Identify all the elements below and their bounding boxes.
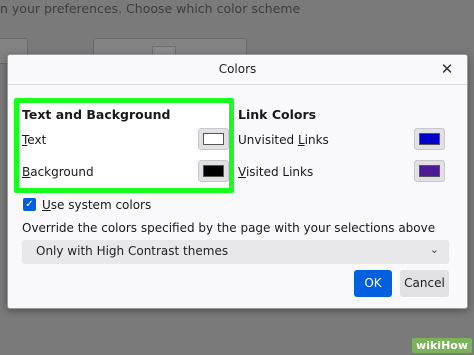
override-label: Override the colors specified by the pag… [22, 221, 436, 235]
unvisited-links-color-picker[interactable] [414, 128, 445, 150]
chevron-down-icon: ⌄ [429, 243, 439, 256]
cancel-button[interactable]: Cancel [400, 270, 449, 297]
visited-links-label: Visited Links [238, 165, 314, 179]
ok-button[interactable]: OK [354, 270, 392, 297]
unvisited-links-swatch [419, 133, 440, 145]
colors-dialog: Colors ✕ Text and Background Text Backgr… [7, 54, 468, 309]
background-color-label: Background [22, 165, 94, 179]
use-system-colors-label: Use system colors [42, 198, 152, 212]
override-selected-value: Only with High Contrast themes [36, 244, 229, 258]
background-color-picker[interactable] [198, 160, 229, 182]
background-preferences-text: n your preferences. Choose which color s… [0, 1, 301, 16]
use-system-colors-checkbox[interactable]: ✓ [23, 198, 36, 211]
visited-links-swatch [419, 165, 440, 177]
wikihow-watermark: wikiHow [412, 338, 472, 353]
text-color-swatch [203, 133, 224, 145]
link-colors-heading: Link Colors [238, 107, 317, 122]
text-color-label: Text [22, 133, 47, 147]
visited-links-color-picker[interactable] [414, 160, 445, 182]
override-select[interactable]: Only with High Contrast themes ⌄ [22, 240, 449, 264]
background-color-swatch [203, 165, 224, 177]
unvisited-links-label: Unvisited Links [238, 133, 329, 147]
close-icon[interactable]: ✕ [436, 58, 458, 80]
text-background-heading: Text and Background [22, 107, 171, 122]
dialog-title: Colors [218, 62, 257, 76]
dialog-titlebar: Colors ✕ [8, 55, 467, 85]
text-color-picker[interactable] [198, 128, 229, 150]
